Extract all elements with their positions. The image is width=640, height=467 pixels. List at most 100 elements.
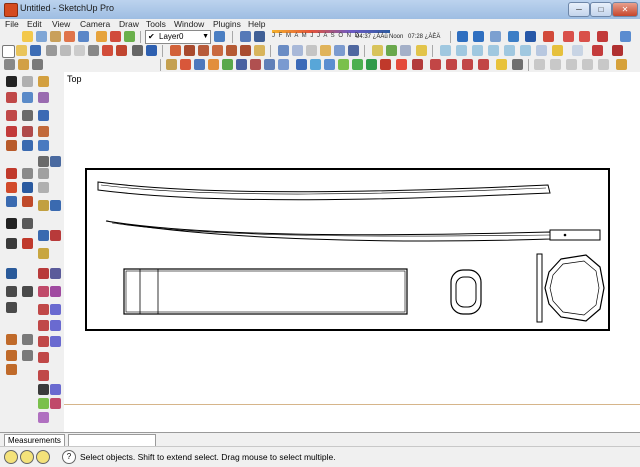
paint-bucket-icon[interactable] — [50, 31, 61, 42]
curve-tool-4-icon[interactable] — [50, 286, 61, 297]
left-view-icon[interactable] — [240, 45, 251, 56]
freehand-tool-icon[interactable] — [38, 92, 49, 103]
style-plant-icon[interactable] — [352, 59, 363, 70]
right-view-icon[interactable] — [473, 31, 484, 42]
photo-texture-5-icon[interactable] — [598, 59, 609, 70]
monochrome-icon[interactable] — [334, 45, 345, 56]
back-view-icon[interactable] — [226, 45, 237, 56]
polyline-tool-icon[interactable] — [50, 268, 61, 279]
style-hammer-icon[interactable] — [412, 59, 423, 70]
curve-tool-18-icon[interactable] — [38, 370, 49, 381]
pencil-tool-icon[interactable] — [22, 92, 33, 103]
curve-tool-13-icon[interactable] — [50, 336, 61, 347]
curve-tool-23-icon[interactable] — [38, 412, 49, 423]
layer-manager-icon[interactable] — [214, 31, 225, 42]
section-plane-icon[interactable] — [490, 31, 501, 42]
pencil-icon[interactable] — [592, 45, 603, 56]
rectangle-tool-icon[interactable] — [6, 110, 17, 121]
curve-tool-1-icon[interactable] — [6, 286, 17, 297]
pan-tool-icon[interactable] — [50, 200, 61, 211]
intersect-icon[interactable] — [472, 45, 483, 56]
curve-tool-14-icon[interactable] — [6, 350, 17, 361]
layer-dropdown[interactable]: ✔ Layer0 ▼ — [145, 30, 211, 44]
line-tool-icon[interactable] — [4, 59, 15, 70]
select-tool-icon[interactable] — [6, 76, 17, 87]
curve-tool-10-icon[interactable] — [6, 334, 17, 345]
view-style-6-icon[interactable] — [236, 59, 247, 70]
export-icon[interactable] — [616, 59, 627, 70]
warehouse-icon[interactable] — [96, 31, 107, 42]
polygon-tool-icon[interactable] — [6, 140, 17, 151]
dimension-tool-icon[interactable] — [6, 182, 17, 193]
curve-tool-16-icon[interactable] — [38, 352, 49, 363]
sandbox-drape-icon[interactable] — [6, 268, 17, 279]
cut-icon[interactable] — [46, 45, 57, 56]
curve-tool-2-icon[interactable] — [22, 286, 33, 297]
push-pull-tool-icon[interactable] — [38, 126, 49, 137]
photo-texture-2-icon[interactable] — [550, 59, 561, 70]
view-style-3-icon[interactable] — [194, 59, 205, 70]
curve-tool-22-icon[interactable] — [50, 398, 61, 409]
view-style-9-icon[interactable] — [278, 59, 289, 70]
menu-file[interactable]: File — [5, 19, 19, 29]
menu-draw[interactable]: Draw — [119, 19, 139, 29]
3d-text-tool-icon[interactable] — [22, 196, 33, 207]
curve-tool-3-icon[interactable] — [38, 286, 49, 297]
style-cube-icon[interactable] — [324, 59, 335, 70]
right-elevation-icon[interactable] — [212, 45, 223, 56]
curve-tool-17-icon[interactable] — [6, 364, 17, 375]
curve-tool-12-icon[interactable] — [38, 336, 49, 347]
view-style-7-icon[interactable] — [250, 59, 261, 70]
redo-icon[interactable] — [579, 31, 590, 42]
paint-tool-icon[interactable] — [38, 76, 49, 87]
geo-location-icon[interactable] — [4, 450, 18, 464]
shadow-slider-group[interactable]: J F M A M J J A S O N D 04:37 ¿ÀÀü Noon … — [272, 30, 444, 43]
new-file-icon[interactable] — [2, 45, 15, 58]
redo-arrow-icon[interactable] — [116, 45, 127, 56]
xray-icon[interactable] — [254, 45, 265, 56]
split-icon[interactable] — [504, 45, 515, 56]
paint-icon[interactable] — [416, 45, 427, 56]
eraser-tool-icon[interactable] — [6, 92, 17, 103]
shaded-icon[interactable] — [306, 45, 317, 56]
component-attributes-icon[interactable] — [462, 59, 473, 70]
iso-view-icon[interactable] — [170, 45, 181, 56]
follow-me-icon[interactable] — [597, 31, 608, 42]
wireframe-icon[interactable] — [278, 45, 289, 56]
credits-icon[interactable] — [20, 450, 34, 464]
erase-icon[interactable] — [88, 45, 99, 56]
position-camera-tool-icon[interactable] — [6, 218, 17, 229]
curve-tool-21-icon[interactable] — [38, 398, 49, 409]
sandbox-smoove-icon[interactable] — [22, 238, 33, 249]
getting-started-icon[interactable] — [22, 31, 33, 42]
add-location-icon[interactable] — [18, 59, 29, 70]
rotate-tool-icon[interactable] — [22, 140, 33, 151]
menu-tools[interactable]: Tools — [146, 19, 166, 29]
look-around-tool-icon[interactable] — [38, 230, 49, 241]
push-pull-icon[interactable] — [64, 31, 75, 42]
photo-texture-3-icon[interactable] — [566, 59, 577, 70]
protractor-tool-icon[interactable] — [22, 182, 33, 193]
interact-icon[interactable] — [478, 59, 489, 70]
follow-me-tool-icon[interactable] — [38, 140, 49, 151]
scale-icon[interactable] — [612, 45, 623, 56]
materials-icon[interactable] — [348, 45, 359, 56]
curve-tool-6-icon[interactable] — [38, 304, 49, 315]
union-icon[interactable] — [440, 45, 451, 56]
camera-icon[interactable] — [36, 31, 47, 42]
circle-tool-icon[interactable] — [6, 126, 17, 137]
view-style-5-icon[interactable] — [222, 59, 233, 70]
curve-tool-9-icon[interactable] — [50, 320, 61, 331]
menu-camera[interactable]: Camera — [80, 19, 110, 29]
paste-icon[interactable] — [74, 45, 85, 56]
walk-tool-icon[interactable] — [22, 218, 33, 229]
share-model-icon[interactable] — [110, 31, 121, 42]
zoom-tool-icon[interactable] — [38, 156, 49, 167]
curve-tool-20-icon[interactable] — [50, 384, 61, 395]
print-icon[interactable] — [132, 45, 143, 56]
menu-view[interactable]: View — [52, 19, 70, 29]
move-tool-icon[interactable] — [38, 110, 49, 121]
dynamic-component-icon[interactable] — [430, 59, 441, 70]
offset-tool-icon[interactable] — [22, 168, 33, 179]
info-bulb-icon[interactable] — [496, 59, 507, 70]
